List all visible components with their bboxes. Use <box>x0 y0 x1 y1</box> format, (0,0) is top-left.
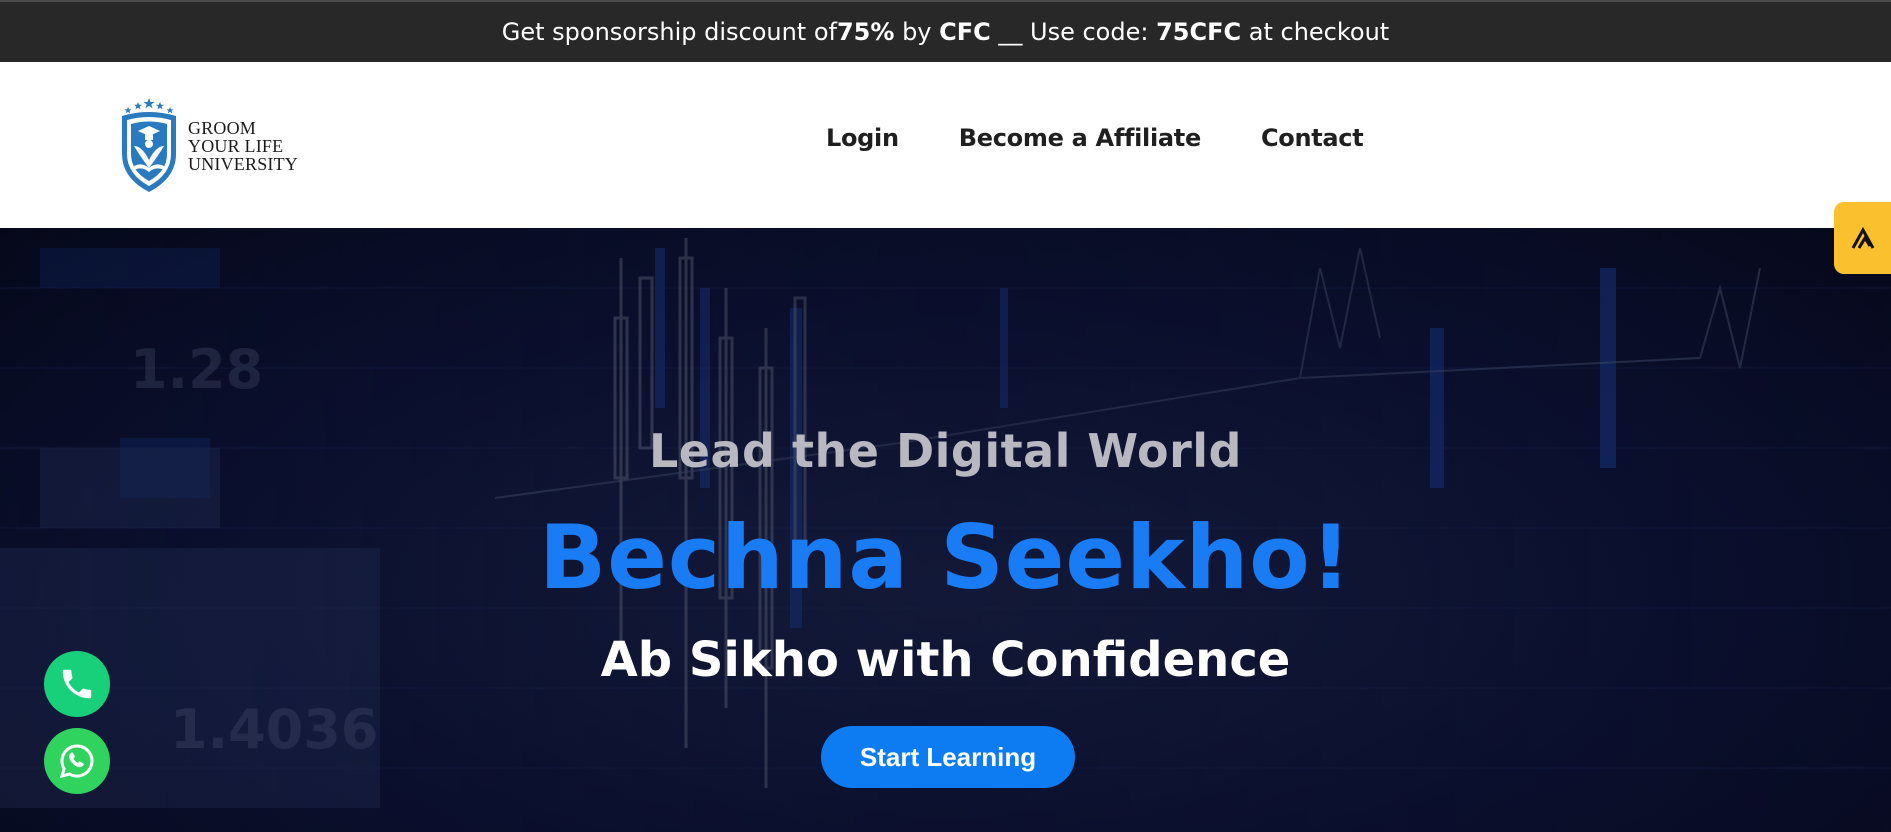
site-header: GROOM YOUR LIFE UNIVERSITY Login Become … <box>0 62 1891 228</box>
accessibility-tab[interactable] <box>1834 202 1891 274</box>
whatsapp-button[interactable] <box>44 728 110 794</box>
promo-text-3: __ Use code: <box>990 18 1157 46</box>
promo-bar: Get sponsorship discount of 75% by CFC _… <box>0 0 1891 62</box>
logo-wordmark: GROOM YOUR LIFE UNIVERSITY <box>188 119 298 173</box>
nav-link-contact[interactable]: Contact <box>1261 124 1364 152</box>
logo-line-2: YOUR LIFE <box>188 136 284 156</box>
main-nav: Login Become a Affiliate Contact <box>826 124 1423 152</box>
logo-line-1: GROOM <box>188 118 257 138</box>
logo-line-3: UNIVERSITY <box>188 154 298 174</box>
hero-kicker: Lead the Digital World <box>649 424 1242 478</box>
start-learning-button[interactable]: Start Learning <box>821 726 1075 788</box>
promo-sponsor: CFC <box>939 18 991 46</box>
phone-call-button[interactable] <box>44 651 110 717</box>
hero-section: 1.4036 1.28 Lead the Digital World Bechn… <box>0 228 1891 832</box>
hero-title: Bechna Seekho! <box>539 506 1352 609</box>
shield-logo-icon <box>122 98 176 192</box>
hero-subtitle: Ab Sikho with Confidence <box>600 632 1291 688</box>
accessibility-icon <box>1851 226 1874 249</box>
nav-link-become-affiliate[interactable]: Become a Affiliate <box>959 124 1201 152</box>
promo-text-4: at checkout <box>1241 18 1390 46</box>
promo-text-2: by <box>894 18 940 46</box>
promo-text-1: Get sponsorship discount of <box>501 18 837 46</box>
hero-content: Lead the Digital World Bechna Seekho! Ab… <box>0 228 1891 832</box>
whatsapp-icon <box>59 744 94 779</box>
site-logo[interactable]: GROOM YOUR LIFE UNIVERSITY <box>114 96 324 196</box>
promo-discount: 75% <box>836 18 895 46</box>
phone-icon <box>62 669 92 699</box>
promo-code: 75CFC <box>1156 18 1242 46</box>
nav-link-login[interactable]: Login <box>826 124 899 152</box>
